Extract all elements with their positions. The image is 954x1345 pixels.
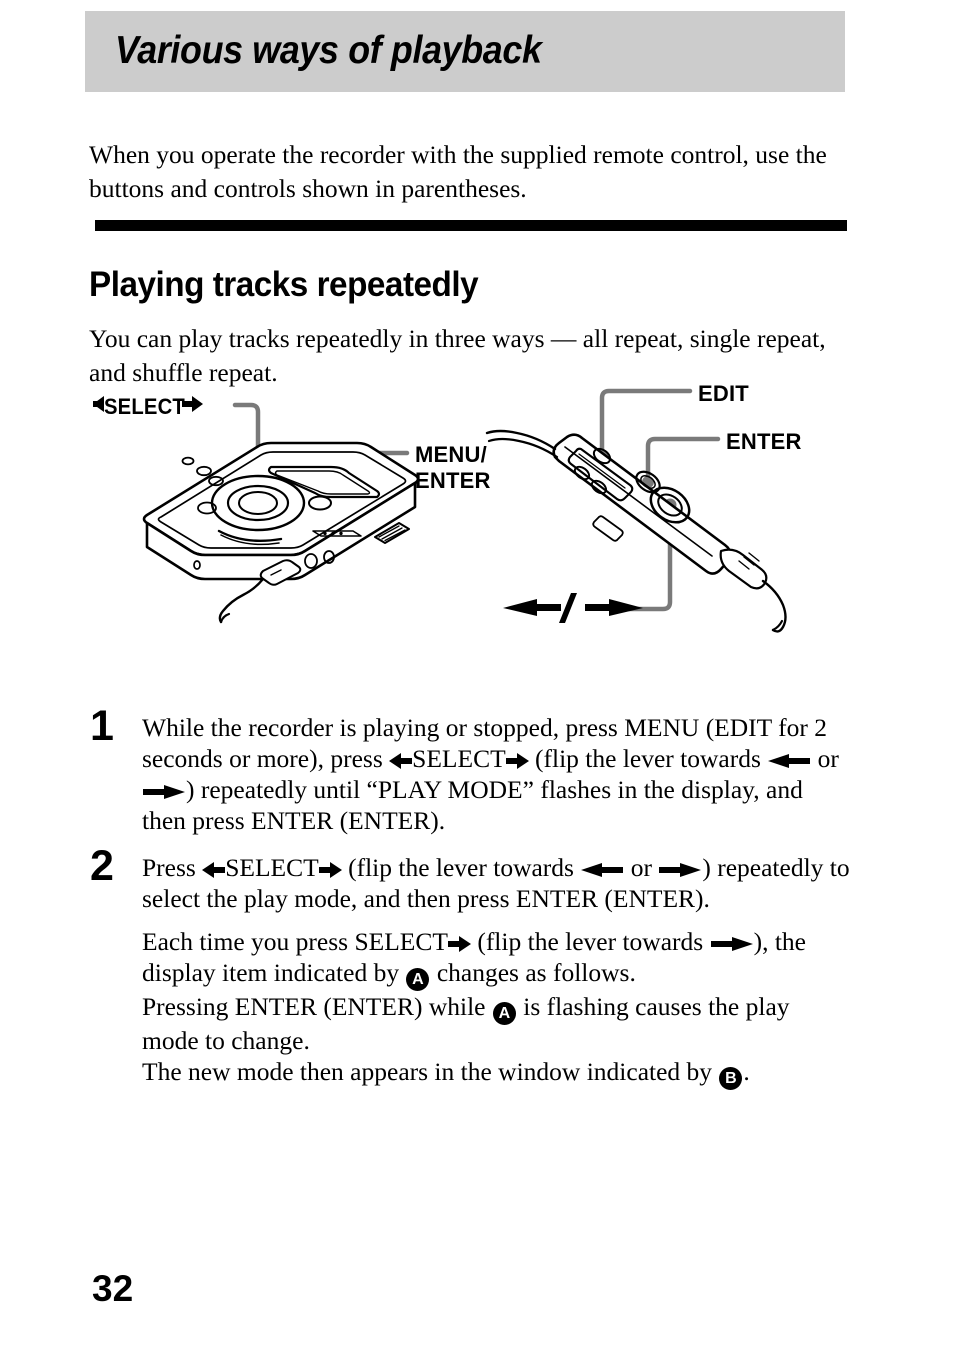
- marker-a-badge: A: [406, 968, 430, 991]
- marker-b-badge: B: [719, 1067, 743, 1090]
- step-2-detail-paragraph: Each time you press SELECT (flip the lev…: [142, 926, 850, 991]
- step-2-text-b: (flip the lever towards: [341, 853, 581, 882]
- figure-controls-diagram: SELECT MENU/ ENTER EDIT ENTER: [85, 375, 875, 645]
- arrow-left-icon: [202, 862, 226, 878]
- lever-direction-glyph: [503, 593, 643, 623]
- arrow-right-icon: [318, 862, 342, 878]
- step-1-body: While the recorder is playing or stopped…: [142, 712, 850, 836]
- lever-right-icon: [658, 861, 702, 879]
- figure-artwork: [142, 388, 787, 633]
- step-1: 1 While the recorder is playing or stopp…: [90, 705, 850, 836]
- section-rule: [95, 220, 847, 231]
- arrow-left-icon: [389, 753, 413, 769]
- page-title: Various ways of playback: [115, 28, 542, 72]
- step-2-newmode-a: The new mode then appears in the window …: [142, 1057, 719, 1086]
- arrow-right-icon: [505, 753, 529, 769]
- step-2-newmode-b: .: [743, 1057, 750, 1086]
- marker-a-badge: A: [492, 1002, 516, 1025]
- intro-paragraph: When you operate the recorder with the s…: [89, 139, 827, 203]
- step-1-select-word: SELECT: [412, 744, 506, 773]
- step-1-text-or: or: [811, 744, 839, 773]
- lever-right-icon: [710, 935, 754, 953]
- step-1-text-c: ) repeatedly until “PLAY MODE” flashes i…: [142, 775, 803, 835]
- step-2-enter-a: Pressing ENTER (ENTER) while: [142, 992, 492, 1021]
- step-2-text-a: Press: [142, 853, 203, 882]
- step-2-text: Press SELECT (flip the lever towards or …: [142, 852, 850, 914]
- step-2-detail-a: Each time you press SELECT: [142, 927, 448, 956]
- step-2-select-word: SELECT: [225, 853, 319, 882]
- arrow-right-icon: [447, 936, 471, 952]
- page-banner: Various ways of playback: [85, 11, 845, 92]
- step-2-number: 2: [90, 842, 114, 890]
- step-1-number: 1: [90, 702, 114, 750]
- section-heading: Playing tracks repeatedly: [89, 265, 479, 305]
- step-2-newmode-paragraph: The new mode then appears in the window …: [142, 1056, 850, 1090]
- lever-right-icon: [142, 783, 186, 801]
- page-number: 32: [92, 1268, 134, 1309]
- md-recorder-illustration: [142, 441, 420, 624]
- step-2-text-or: or: [624, 853, 659, 882]
- step-2-detail-d: changes as follows.: [430, 958, 636, 987]
- step-2-detail-b: (flip the lever towards: [470, 927, 710, 956]
- step-1-text: While the recorder is playing or stopped…: [142, 712, 850, 836]
- step-1-text-b: (flip the lever towards: [528, 744, 768, 773]
- lever-left-icon: [580, 861, 624, 879]
- step-2-body: Press SELECT (flip the lever towards or …: [142, 852, 850, 1090]
- step-2-enter-paragraph: Pressing ENTER (ENTER) while A is flashi…: [142, 991, 850, 1056]
- step-2: 2 Press SELECT (flip the lever towards o…: [90, 845, 850, 1090]
- lever-left-icon: [767, 752, 811, 770]
